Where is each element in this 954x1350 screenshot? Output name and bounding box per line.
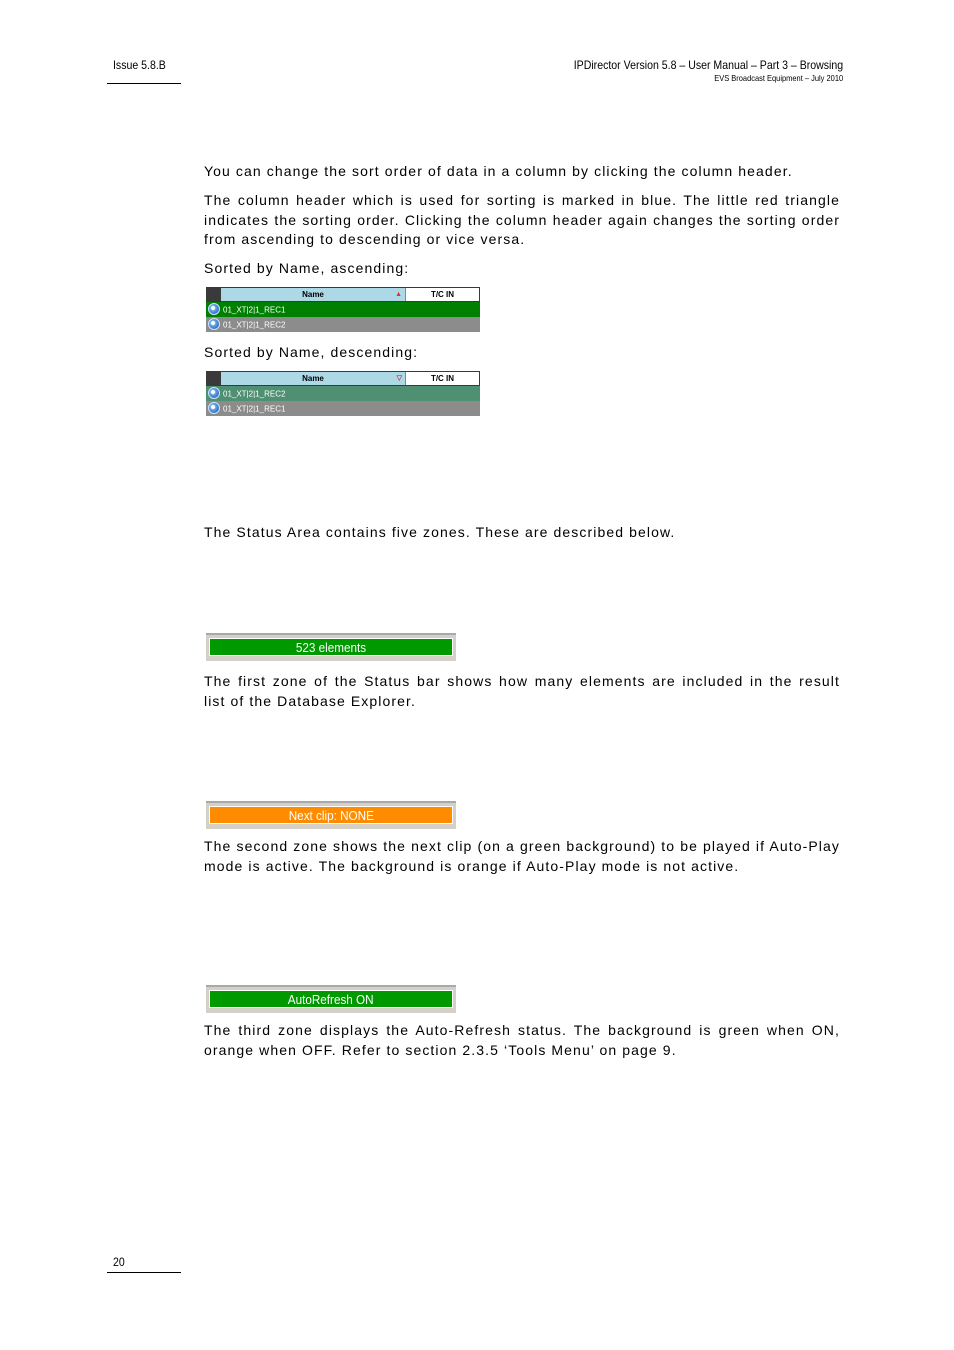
issue-label: Issue 5.8.B	[113, 58, 166, 72]
grid-header-row: Name ▽ T/C IN	[206, 371, 480, 386]
autorefresh-badge: AutoRefresh ON	[209, 990, 453, 1008]
header-rule	[107, 83, 181, 84]
clip-name: 01_XT|2|1_REC1	[223, 404, 286, 414]
column-header-tc-in[interactable]: T/C IN	[406, 288, 479, 301]
table-row[interactable]: 01_XT|2|1_REC1	[206, 302, 480, 317]
page-number: 20	[113, 1255, 125, 1269]
clip-icon	[208, 302, 220, 315]
column-header-name-label: Name	[302, 374, 324, 383]
next-clip-badge: Next clip: NONE	[209, 806, 453, 824]
triangle-up-icon: ▲	[395, 291, 402, 298]
column-header-name[interactable]: Name ▲	[221, 288, 406, 301]
paragraph-zone-1: The first zone of the Status bar shows h…	[204, 673, 840, 709]
table-row[interactable]: 01_XT|2|1_REC1	[206, 401, 480, 416]
caption-descending: Sorted by Name, descending:	[204, 344, 419, 360]
grid-header-row: Name ▲ T/C IN	[206, 287, 480, 302]
document-header: IPDirector Version 5.8 – User Manual – P…	[574, 58, 843, 83]
status-zone-autorefresh: AutoRefresh ON	[206, 985, 456, 1013]
paragraph-status-area: The Status Area contains five zones. The…	[204, 524, 676, 540]
paragraph-zone-3: The third zone displays the Auto-Refresh…	[204, 1022, 840, 1058]
autorefresh-label: AutoRefresh ON	[288, 992, 374, 1007]
paragraph-sort-intro: You can change the sort order of data in…	[204, 163, 793, 179]
triangle-down-icon: ▽	[396, 375, 402, 382]
grid-descending: Name ▽ T/C IN 01_XT|2|1_REC2 01_XT|2|1_R…	[206, 371, 480, 416]
table-row[interactable]: 01_XT|2|1_REC2	[206, 317, 480, 332]
clip-name: 01_XT|2|1_REC2	[223, 320, 286, 330]
column-header-name-label: Name	[302, 290, 324, 299]
clip-name: 01_XT|2|1_REC2	[223, 389, 286, 399]
clip-name: 01_XT|2|1_REC1	[223, 305, 286, 315]
footer-rule	[107, 1272, 181, 1273]
clip-icon	[208, 317, 220, 330]
status-zone-next-clip: Next clip: NONE	[206, 801, 456, 829]
caption-ascending: Sorted by Name, ascending:	[204, 260, 410, 276]
status-zone-elements: 523 elements	[206, 633, 456, 661]
clip-icon	[208, 401, 220, 414]
next-clip-label: Next clip: NONE	[288, 808, 374, 823]
table-row[interactable]: 01_XT|2|1_REC2	[206, 386, 480, 401]
paragraph-sort-details: The column header which is used for sort…	[204, 192, 840, 247]
column-header-tc-in[interactable]: T/C IN	[406, 372, 479, 385]
paragraph-zone-2: The second zone shows the next clip (on …	[204, 838, 840, 874]
elements-count-label: 523 elements	[295, 640, 367, 655]
column-header-name[interactable]: Name ▽	[221, 372, 406, 385]
document-subtitle: EVS Broadcast Equipment – July 2010	[714, 73, 843, 83]
grid-ascending: Name ▲ T/C IN 01_XT|2|1_REC1 01_XT|2|1_R…	[206, 287, 480, 332]
elements-count-badge: 523 elements	[209, 638, 453, 656]
clip-icon	[208, 386, 220, 399]
document-title: IPDirector Version 5.8 – User Manual – P…	[573, 58, 843, 72]
